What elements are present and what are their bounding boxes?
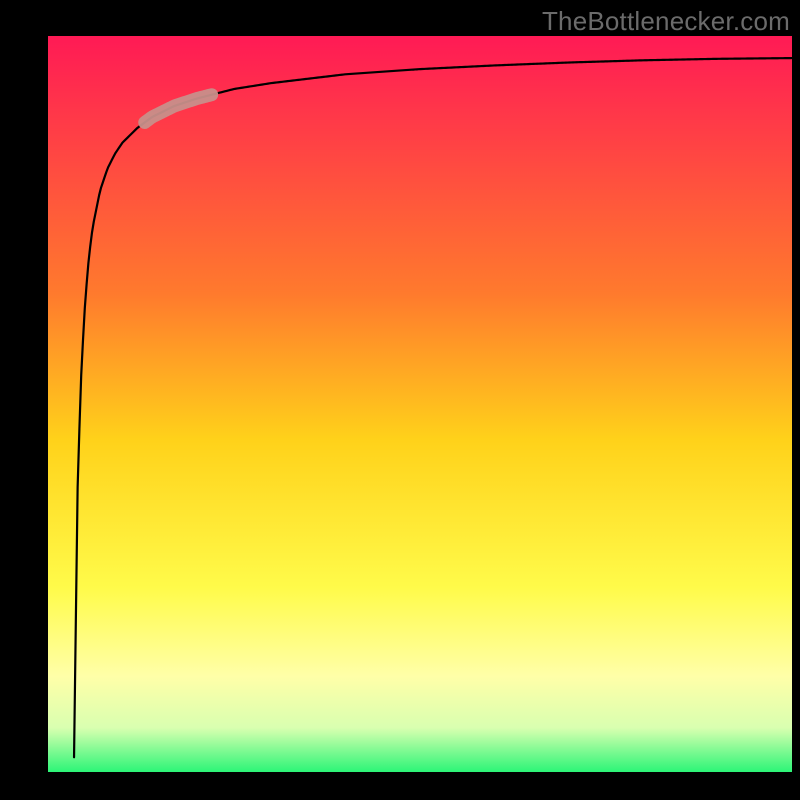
- axis-right: [792, 0, 800, 800]
- axis-left: [0, 0, 48, 800]
- axis-bottom: [0, 772, 800, 800]
- plot-background: [48, 36, 792, 772]
- watermark-text: TheBottlenecker.com: [542, 6, 790, 37]
- chart-frame: TheBottlenecker.com: [0, 0, 800, 800]
- bottleneck-chart: [0, 0, 800, 800]
